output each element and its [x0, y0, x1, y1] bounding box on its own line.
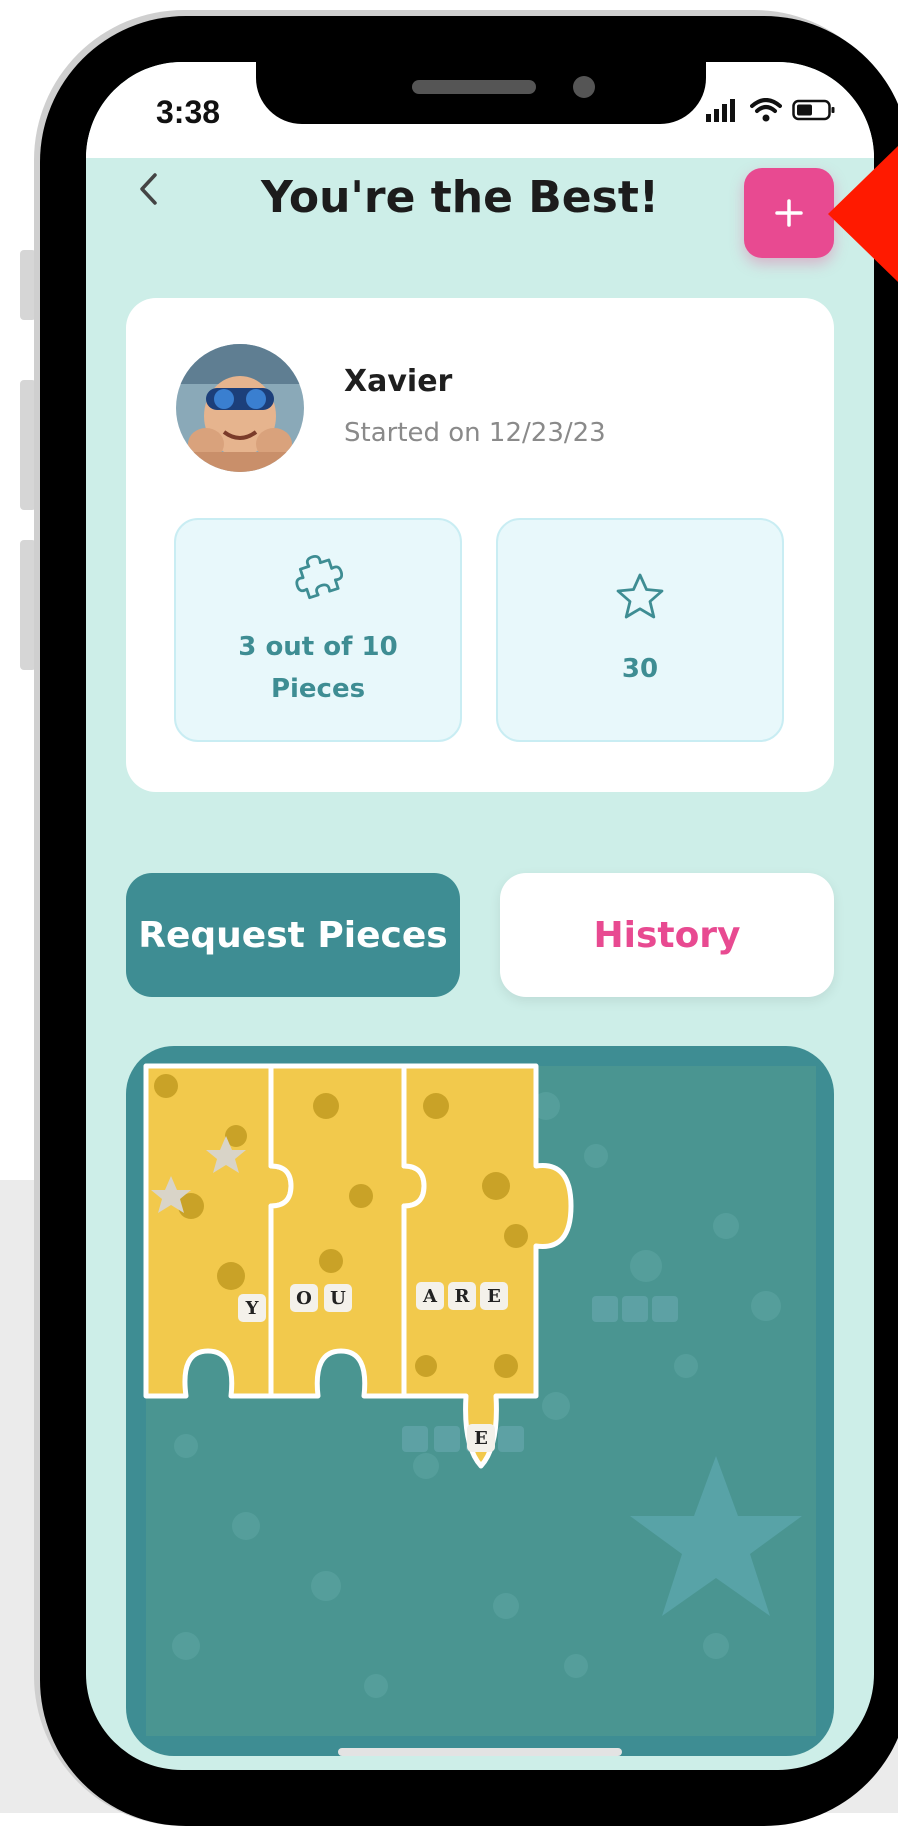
status-icons — [706, 98, 836, 122]
tile-letter: E — [474, 1428, 488, 1449]
tile-letter: U — [330, 1288, 346, 1309]
back-chevron-icon — [140, 173, 157, 205]
phone-screen: 3:38 You're the Best! Xavier Started on … — [86, 62, 874, 1770]
battery-icon — [792, 99, 835, 121]
stars-count: 30 — [621, 654, 659, 684]
home-indicator — [338, 1748, 622, 1756]
tile-letter: O — [296, 1288, 312, 1309]
tile-letter: E — [487, 1286, 501, 1307]
status-time: 3:38 — [156, 94, 221, 130]
puzzle-board: Y O U A R E E — [126, 1046, 834, 1756]
page-title: You're the Best! — [261, 172, 659, 223]
star-icon — [616, 573, 664, 619]
annotation-arrow-icon — [828, 146, 898, 282]
back-button[interactable] — [126, 164, 170, 214]
pieces-count: 3 out of 10 — [238, 632, 398, 662]
phone-speaker — [412, 80, 536, 94]
puzzle-piece-icon — [295, 554, 343, 600]
tile-letter: Y — [245, 1298, 260, 1319]
stars-stat: 30 — [496, 518, 784, 742]
tile-letter: A — [422, 1286, 438, 1307]
pieces-stat: 3 out of 10 Pieces — [174, 518, 462, 742]
signal-icon — [706, 99, 735, 122]
tile-letter: R — [455, 1286, 471, 1307]
history-button[interactable]: History — [500, 873, 834, 997]
profile-card: Xavier Started on 12/23/23 3 out of 10 P… — [126, 298, 834, 792]
child-name: Xavier — [344, 364, 453, 399]
puzzle-piece-2 — [268, 1063, 427, 1399]
plus-icon — [775, 199, 803, 227]
pieces-label: Pieces — [270, 674, 366, 704]
request-pieces-button[interactable]: Request Pieces — [126, 873, 460, 997]
phone-camera — [573, 76, 595, 98]
start-date: Started on 12/23/23 — [344, 418, 606, 448]
wifi-icon — [750, 98, 782, 122]
avatar — [176, 344, 304, 472]
add-button[interactable] — [744, 168, 834, 258]
